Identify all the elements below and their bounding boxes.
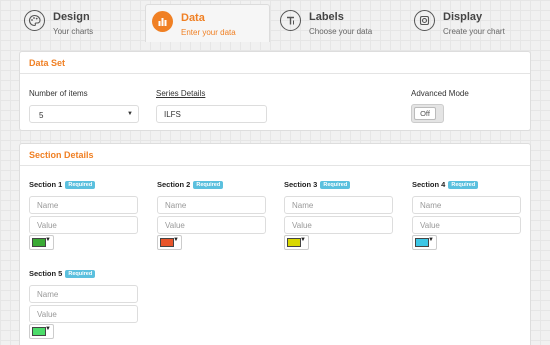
- required-badge: Required: [448, 181, 479, 189]
- advanced-mode-value: Off: [414, 107, 436, 120]
- section-1-color-picker[interactable]: ▼: [29, 235, 54, 250]
- number-of-items-label: Number of items: [29, 89, 88, 98]
- advanced-mode-label: Advanced Mode: [411, 89, 469, 98]
- tab-display-title: Display: [443, 11, 483, 23]
- series-details-label: Series Details: [156, 89, 206, 98]
- wizard-tabs: Design Your charts Data Enter your data …: [0, 0, 550, 42]
- section-4-label: Section 4: [412, 180, 446, 189]
- data-set-panel: Data Set Number of items 5 ▼ Series Deta…: [19, 51, 531, 131]
- section-1-name-input[interactable]: [29, 196, 138, 214]
- section-4-name-input[interactable]: [412, 196, 521, 214]
- advanced-mode-toggle[interactable]: Off: [411, 104, 444, 123]
- section-1-label: Section 1: [29, 180, 63, 189]
- chevron-down-icon: ▼: [127, 111, 133, 117]
- data-set-heading: Data Set: [20, 52, 530, 74]
- chevron-down-icon: ▼: [45, 326, 51, 332]
- section-2-title: Section 2 Required: [157, 180, 224, 189]
- section-3-value-input[interactable]: [284, 216, 393, 234]
- text-icon: [280, 10, 301, 31]
- tab-data-title: Data: [181, 12, 205, 24]
- section-4-title: Section 4 Required: [412, 180, 479, 189]
- tab-data[interactable]: Data Enter your data: [145, 4, 270, 42]
- section-5-color-swatch: [32, 327, 46, 336]
- tab-design-title: Design: [53, 11, 90, 23]
- section-3-name-input[interactable]: [284, 196, 393, 214]
- section-1-value-input[interactable]: [29, 216, 138, 234]
- tab-design[interactable]: Design Your charts: [18, 4, 143, 42]
- section-2-color-picker[interactable]: ▼: [157, 235, 182, 250]
- chevron-down-icon: ▼: [173, 237, 179, 243]
- number-of-items-value: 5: [39, 111, 44, 120]
- series-details-input[interactable]: [156, 105, 267, 123]
- tab-labels[interactable]: Labels Choose your data: [274, 4, 399, 42]
- tab-display-subtitle: Create your chart: [443, 27, 505, 36]
- section-5-color-picker[interactable]: ▼: [29, 324, 54, 339]
- section-2-name-input[interactable]: [157, 196, 266, 214]
- tab-labels-title: Labels: [309, 11, 344, 23]
- section-4-color-swatch: [415, 238, 429, 247]
- chevron-down-icon: ▼: [428, 237, 434, 243]
- section-4-color-picker[interactable]: ▼: [412, 235, 437, 250]
- section-3-title: Section 3 Required: [284, 180, 351, 189]
- section-5-value-input[interactable]: [29, 305, 138, 323]
- tab-display[interactable]: Display Create your chart: [408, 4, 533, 42]
- required-badge: Required: [65, 270, 96, 278]
- section-details-heading: Section Details: [20, 144, 530, 166]
- required-badge: Required: [65, 181, 96, 189]
- required-badge: Required: [320, 181, 351, 189]
- chevron-down-icon: ▼: [45, 237, 51, 243]
- chevron-down-icon: ▼: [300, 237, 306, 243]
- section-2-value-input[interactable]: [157, 216, 266, 234]
- section-3-color-picker[interactable]: ▼: [284, 235, 309, 250]
- tab-data-subtitle: Enter your data: [181, 28, 236, 37]
- section-2-color-swatch: [160, 238, 174, 247]
- section-1-color-swatch: [32, 238, 46, 247]
- section-2-label: Section 2: [157, 180, 191, 189]
- bar-chart-icon: [152, 11, 173, 32]
- section-3-label: Section 3: [284, 180, 318, 189]
- section-1-title: Section 1 Required: [29, 180, 96, 189]
- section-5-title: Section 5 Required: [29, 269, 96, 278]
- palette-icon: [24, 10, 45, 31]
- required-badge: Required: [193, 181, 224, 189]
- section-4-value-input[interactable]: [412, 216, 521, 234]
- tab-design-subtitle: Your charts: [53, 27, 94, 36]
- tab-labels-subtitle: Choose your data: [309, 27, 373, 36]
- display-icon: [414, 10, 435, 31]
- section-3-color-swatch: [287, 238, 301, 247]
- number-of-items-select[interactable]: 5 ▼: [29, 105, 139, 123]
- section-5-label: Section 5: [29, 269, 63, 278]
- section-details-panel: Section Details Section 1Required ▼ Sect…: [19, 143, 531, 345]
- section-5-name-input[interactable]: [29, 285, 138, 303]
